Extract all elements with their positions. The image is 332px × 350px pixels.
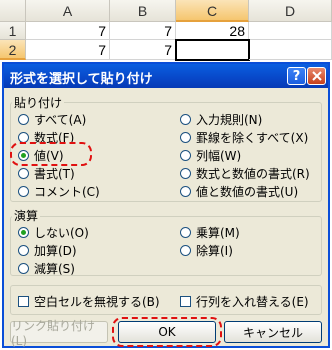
skip-blanks-checkbox[interactable] <box>18 296 29 307</box>
paste-option-values-number-formats[interactable]: 値と数値の書式(U) <box>180 183 298 200</box>
operation-option-divide[interactable]: 除算(I) <box>180 242 233 259</box>
transpose-checkbox[interactable] <box>180 296 191 307</box>
close-icon <box>311 71 322 81</box>
transpose-checkbox-option[interactable]: 行列を入れ替える(E) <box>180 293 309 310</box>
column-header-b[interactable]: B <box>110 0 176 22</box>
paste-option-validation-label: 入力規則(N) <box>196 113 263 127</box>
skip-blanks-label: 空白セルを無視する(B) <box>34 295 160 309</box>
radio-divide[interactable] <box>180 245 191 256</box>
close-button[interactable] <box>307 67 326 85</box>
paste-option-comments[interactable]: コメント(C) <box>18 183 100 200</box>
radio-column-widths[interactable] <box>180 150 191 161</box>
operation-option-add-label: 加算(D) <box>34 244 77 258</box>
radio-selected-dot <box>21 153 26 158</box>
cell-c1[interactable]: 28 <box>176 22 249 40</box>
operation-option-none-label: しない(O) <box>34 226 89 240</box>
paste-option-all[interactable]: すべて(A) <box>18 111 86 128</box>
paste-option-values-label: 値(V) <box>34 149 64 163</box>
radio-all[interactable] <box>18 114 29 125</box>
paste-group-label: 貼り付け <box>12 94 65 111</box>
radio-comments[interactable] <box>18 186 29 197</box>
paste-option-all-label: すべて(A) <box>34 113 87 127</box>
cell-a1[interactable]: 7 <box>26 22 110 40</box>
operation-option-none[interactable]: しない(O) <box>18 224 89 241</box>
cell-a2[interactable]: 7 <box>26 40 110 60</box>
cell-c2-active[interactable] <box>175 39 250 61</box>
radio-subtract[interactable] <box>18 263 29 274</box>
row-header-2[interactable]: 2 <box>0 40 26 60</box>
cell-d1[interactable] <box>249 22 332 40</box>
column-header-c[interactable]: C <box>176 0 249 22</box>
radio-formulas-number-formats[interactable] <box>180 168 191 179</box>
paste-option-formulas[interactable]: 数式(F) <box>18 129 74 146</box>
radio-values-number-formats[interactable] <box>180 186 191 197</box>
operation-option-divide-label: 除算(I) <box>196 244 233 258</box>
column-header-d[interactable]: D <box>249 0 332 22</box>
column-header-a[interactable]: A <box>26 0 110 22</box>
paste-option-values[interactable]: 値(V) <box>18 147 64 164</box>
paste-option-validation[interactable]: 入力規則(N) <box>180 111 262 128</box>
paste-option-values-number-formats-label: 値と数値の書式(U) <box>196 185 299 199</box>
paste-option-column-widths-label: 列幅(W) <box>196 149 242 163</box>
radio-validation[interactable] <box>180 114 191 125</box>
radio-formulas[interactable] <box>18 132 29 143</box>
radio-all-except-borders[interactable] <box>180 132 191 143</box>
paste-option-formulas-number-formats-label: 数式と数値の書式(R) <box>196 167 310 181</box>
paste-link-button[interactable]: リンク貼り付け(L) <box>10 319 108 348</box>
paste-option-formats-label: 書式(T) <box>34 167 75 181</box>
dialog-titlebar[interactable]: 形式を選択して貼り付け ? <box>4 64 328 88</box>
spreadsheet: A B C D 1 2 7 7 28 7 7 <box>0 0 332 62</box>
paste-option-formats[interactable]: 書式(T) <box>18 165 75 182</box>
radio-add[interactable] <box>18 245 29 256</box>
paste-option-formulas-number-formats[interactable]: 数式と数値の書式(R) <box>180 165 310 182</box>
radio-formats[interactable] <box>18 168 29 179</box>
radio-values[interactable] <box>18 150 29 161</box>
paste-option-comments-label: コメント(C) <box>34 185 100 199</box>
paste-special-dialog: 形式を選択して貼り付け ? 貼り付け すべて(A) 数式(F) 値(V) 書式(… <box>2 62 330 348</box>
ok-button[interactable]: OK <box>118 321 216 343</box>
help-icon: ? <box>292 68 301 84</box>
select-all-corner[interactable] <box>0 0 26 22</box>
operation-option-multiply-label: 乗算(M) <box>196 226 240 240</box>
skip-blanks-checkbox-option[interactable]: 空白セルを無視する(B) <box>18 293 160 310</box>
radio-none[interactable] <box>18 227 29 238</box>
operation-group-label: 演算 <box>12 207 41 224</box>
dialog-title: 形式を選択して貼り付け <box>10 72 153 87</box>
cancel-button[interactable]: キャンセル <box>224 321 322 343</box>
paste-option-formulas-label: 数式(F) <box>34 131 75 145</box>
operation-option-subtract[interactable]: 減算(S) <box>18 260 75 277</box>
cell-b1[interactable]: 7 <box>110 22 176 40</box>
cell-b2[interactable]: 7 <box>110 40 176 60</box>
cell-d2[interactable] <box>249 40 332 60</box>
paste-option-column-widths[interactable]: 列幅(W) <box>180 147 241 164</box>
radio-multiply[interactable] <box>180 227 191 238</box>
row-header-1[interactable]: 1 <box>0 22 26 40</box>
help-button[interactable]: ? <box>287 67 306 85</box>
operation-option-subtract-label: 減算(S) <box>34 262 75 276</box>
operation-option-multiply[interactable]: 乗算(M) <box>180 224 240 241</box>
operation-option-add[interactable]: 加算(D) <box>18 242 77 259</box>
paste-option-all-except-borders[interactable]: 罫線を除くすべて(X) <box>180 129 308 146</box>
paste-option-all-except-borders-label: 罫線を除くすべて(X) <box>196 131 309 145</box>
transpose-label: 行列を入れ替える(E) <box>196 295 309 309</box>
radio-selected-dot <box>21 230 26 235</box>
